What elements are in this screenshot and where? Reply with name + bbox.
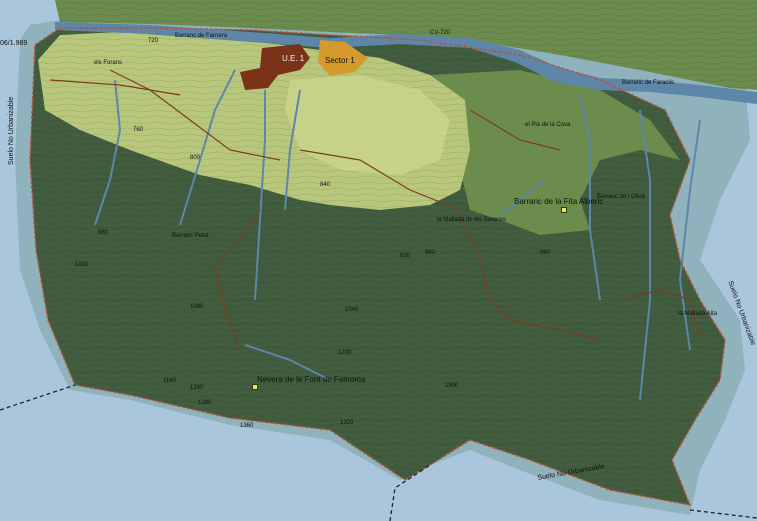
survey-point [561, 207, 567, 213]
contour-label: 1300 [445, 383, 459, 389]
contour-label: 1240 [190, 385, 204, 391]
contour-label: 1040 [345, 307, 359, 313]
contour-label: 920 [400, 253, 411, 259]
map-canvas: 06/1.989 Suelo No Urbanizable Suelo No U… [0, 0, 757, 521]
contour-label: 1280 [198, 400, 212, 406]
contour-label: 800 [190, 155, 201, 161]
nevera-point [252, 384, 258, 390]
place-barranc-farnera: Barranc de Farnera [175, 33, 228, 39]
contour-label: 1080 [190, 304, 204, 310]
road-cv: CV-720 [430, 30, 451, 36]
place-nevera: Nevera de la Font de Famorca [257, 375, 366, 384]
place-mallada-saveres: la Mallada de les Saveres [437, 217, 506, 223]
place-barranc-fita: Barranc de la Fita Alberic [514, 197, 604, 206]
place-barranc-oliva: Barranc de l Oliva [597, 194, 645, 200]
contour-label: 880 [98, 230, 109, 236]
place-barranc-petot: Barranc Petot [172, 233, 209, 239]
place-mallada-alta: la Mallada Alta [678, 311, 718, 317]
contour-label: 960 [540, 250, 551, 256]
date-fragment: 06/1.989 [0, 40, 28, 47]
sector1-label: Sector 1 [325, 56, 355, 65]
contour-label: 1160 [163, 378, 176, 384]
contour-label: 980 [425, 250, 436, 256]
contour-label: 760 [133, 127, 144, 133]
contour-label: 840 [320, 182, 331, 188]
ue1-label: U.E. 1 [282, 54, 305, 63]
suelo-label-left: Suelo No Urbanizable [8, 96, 15, 165]
contour-label: 1320 [340, 420, 354, 426]
map-graphics [0, 0, 757, 521]
place-pla-cova: el Pla de la Cova [525, 122, 571, 128]
place-barranc-faraclis: Barranc de Faraclis [622, 80, 675, 86]
contour-label: 1000 [75, 262, 89, 268]
contour-label: 1360 [240, 423, 254, 429]
place-els-forans: els Forans [94, 60, 123, 66]
contour-label: 1200 [338, 350, 352, 356]
contour-label: 720 [148, 38, 159, 44]
